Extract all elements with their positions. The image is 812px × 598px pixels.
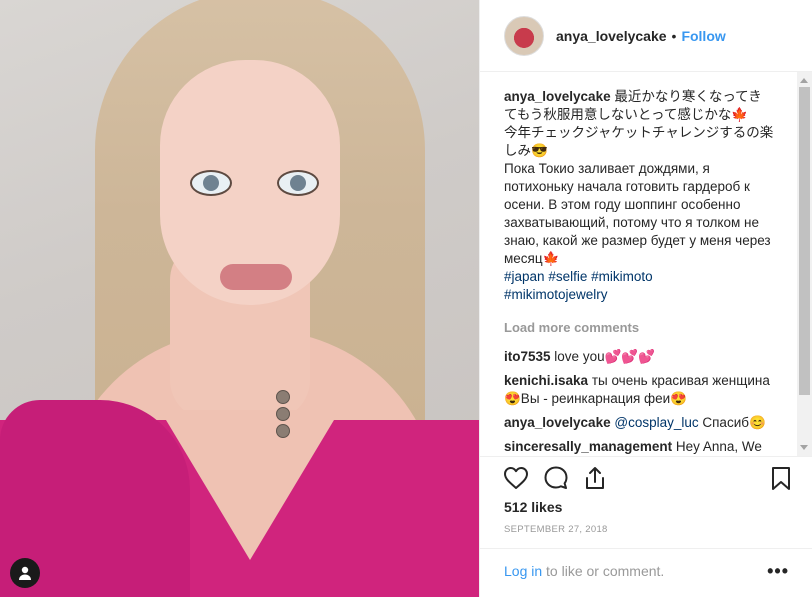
more-options-icon[interactable]: ••• xyxy=(767,561,789,582)
post-photo xyxy=(0,0,479,597)
photo-left-eye xyxy=(190,170,232,196)
comment-username[interactable]: sinceresally_management xyxy=(504,439,672,454)
header-username[interactable]: anya_lovelycake xyxy=(556,28,667,44)
caption-text-ru: Пока Токио заливает дождями, я потихоньк… xyxy=(504,161,771,266)
action-bar xyxy=(480,458,812,498)
hashtag-link[interactable]: #mikimoto xyxy=(591,269,653,284)
comment-icon[interactable] xyxy=(542,464,570,492)
likes-count[interactable]: 512 likes xyxy=(504,499,562,515)
comment-item: ito7535 love you💕💕💕 xyxy=(504,348,774,366)
comment-item: anya_lovelycake @cosplay_luc Спасиб😊 xyxy=(504,414,774,432)
follow-button[interactable]: Follow xyxy=(681,28,725,44)
photo-right-eye xyxy=(277,170,319,196)
caption: anya_lovelycake 最近かなり寒くなってきてもう秋服用意しないとって… xyxy=(504,88,774,304)
share-icon[interactable] xyxy=(581,464,609,492)
comment-username[interactable]: anya_lovelycake xyxy=(504,415,611,430)
photo-necklace xyxy=(276,390,290,442)
load-more-comments-button[interactable]: Load more comments xyxy=(504,319,774,337)
avatar[interactable] xyxy=(504,15,544,56)
hashtag-link[interactable]: #japan xyxy=(504,269,545,284)
post-panel: anya_lovelycake • Follow anya_lovelycake… xyxy=(479,0,812,597)
photo-lips xyxy=(220,264,292,290)
login-prompt: Log in to like or comment. xyxy=(504,563,664,579)
scroll-up-icon[interactable] xyxy=(800,78,808,83)
comments-scrollbar[interactable] xyxy=(797,72,812,456)
comment-item: sinceresally_management Hey Anna, We sho… xyxy=(504,438,774,456)
photo-dress xyxy=(0,400,479,597)
user-icon[interactable] xyxy=(10,558,40,588)
header-separator: • xyxy=(671,27,677,44)
scroll-down-icon[interactable] xyxy=(800,445,808,450)
caption-username[interactable]: anya_lovelycake xyxy=(504,89,611,104)
caption-tags: #japan #selfie #mikimoto xyxy=(504,268,774,286)
comment-username[interactable]: kenichi.isaka xyxy=(504,373,588,388)
comment-text: Спасиб😊 xyxy=(702,415,766,430)
bookmark-icon[interactable] xyxy=(767,464,795,492)
comment-username[interactable]: ito7535 xyxy=(504,349,551,364)
post-footer: Log in to like or comment. ••• xyxy=(480,548,812,598)
comment-mention[interactable]: @cosplay_luc xyxy=(614,415,698,430)
hashtag-link[interactable]: #selfie xyxy=(548,269,587,284)
scrollbar-thumb[interactable] xyxy=(799,87,810,395)
post-header: anya_lovelycake • Follow xyxy=(480,0,812,72)
heart-icon[interactable] xyxy=(502,464,530,492)
hashtag-link[interactable]: #mikimotojewelry xyxy=(504,287,608,302)
login-link[interactable]: Log in xyxy=(504,563,542,579)
login-prompt-text: to like or comment. xyxy=(542,563,665,579)
comments-list[interactable]: anya_lovelycake 最近かなり寒くなってきてもう秋服用意しないとって… xyxy=(480,72,812,457)
post-date: SEPTEMBER 27, 2018 xyxy=(504,524,608,535)
comment-item: kenichi.isaka ты очень красивая женщина😍… xyxy=(504,372,774,408)
comment-text: love you💕💕💕 xyxy=(554,349,656,364)
